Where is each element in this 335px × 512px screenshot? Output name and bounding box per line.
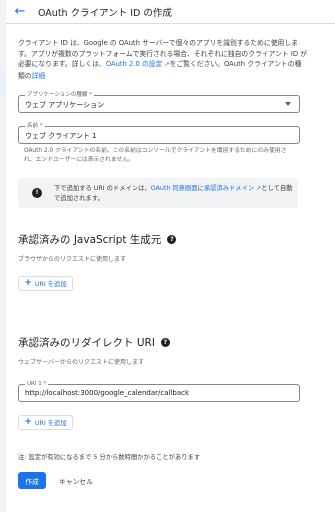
propagation-note: 注: 設定が有効になるまで 5 分から数時間かかることがあります	[18, 454, 201, 461]
redirect-uris-title: 承認済みのリダイレクト URI	[18, 337, 155, 349]
intro-block: クライアント ID は、Google の OAuth サーバーで個々のアプリを識…	[18, 38, 308, 81]
add-js-origin-button[interactable]: + URI を追加	[18, 276, 73, 291]
consent-screen-link[interactable]: OAuth 同意画面	[151, 185, 198, 192]
arrow-back-icon[interactable]: ←	[12, 4, 28, 20]
redirect-uri-1-field[interactable]: URI 1 * http://localhost:3000/google_cal…	[18, 380, 300, 402]
authorized-domains-link[interactable]: 承認済みドメイン	[204, 185, 254, 192]
help-icon[interactable]: ?	[167, 235, 177, 244]
client-name-label: 名前 *	[25, 122, 45, 130]
info-icon: !	[32, 188, 42, 198]
application-type-value: ウェブ アプリケーション	[25, 101, 105, 109]
js-origins-heading: 承認済みの JavaScript 生成元 ?	[18, 232, 177, 247]
client-types-link[interactable]: 詳細	[32, 72, 46, 80]
add-redirect-uri-label: URI を追加	[34, 420, 67, 427]
create-button[interactable]: 作成	[18, 472, 46, 489]
add-js-origin-label: URI を追加	[34, 281, 67, 288]
redirect-uri-1-value: http://localhost:3000/google_calendar/ca…	[25, 389, 190, 397]
js-origins-title: 承認済みの JavaScript 生成元	[18, 234, 162, 246]
page-header: ← OAuth クライアント ID の作成	[6, 0, 335, 24]
redirect-uris-subtitle: ウェブサーバーからのリクエストに使用します	[18, 359, 144, 366]
page-title: OAuth クライアント ID の作成	[38, 7, 172, 19]
left-nav-highlight	[0, 70, 6, 94]
intro-text: クライアント ID は、Google の OAuth サーバーで個々のアプリを識…	[18, 38, 308, 81]
cancel-button[interactable]: キャンセル	[54, 472, 98, 489]
redirect-uris-heading: 承認済みのリダイレクト URI ?	[18, 335, 170, 350]
application-type-select[interactable]: アプリケーションの種類 * ウェブ アプリケーション	[18, 91, 300, 113]
js-origins-subtitle: ブラウザからのリクエストに使用します	[18, 256, 127, 263]
application-type-label: アプリケーションの種類 *	[25, 91, 94, 99]
plus-icon: +	[24, 278, 32, 288]
info-box: ! 下で追加する URI のドメインは、OAuth 同意画面に承認済みドメイン …	[18, 178, 298, 208]
add-redirect-uri-button[interactable]: + URI を追加	[18, 415, 73, 430]
left-nav-strip	[0, 0, 6, 512]
info-text: 下で追加する URI のドメインは、OAuth 同意画面に承認済みドメイン ↗と…	[54, 184, 294, 204]
help-icon[interactable]: ?	[160, 338, 170, 347]
client-name-value: ウェブ クライアント 1	[25, 132, 97, 140]
oauth-settings-link[interactable]: OAuth 2.0 の設定	[106, 60, 163, 68]
info-text-before: 下で追加する URI のドメインは、	[54, 185, 151, 192]
redirect-uri-1-label: URI 1 *	[25, 380, 49, 388]
client-name-field[interactable]: 名前 * ウェブ クライアント 1	[18, 122, 300, 144]
plus-icon: +	[24, 417, 32, 427]
chevron-down-icon	[285, 102, 291, 106]
client-name-hint: OAuth 2.0 クライアントの名前。この名前はコンソールでクライアントを識別…	[24, 148, 287, 163]
